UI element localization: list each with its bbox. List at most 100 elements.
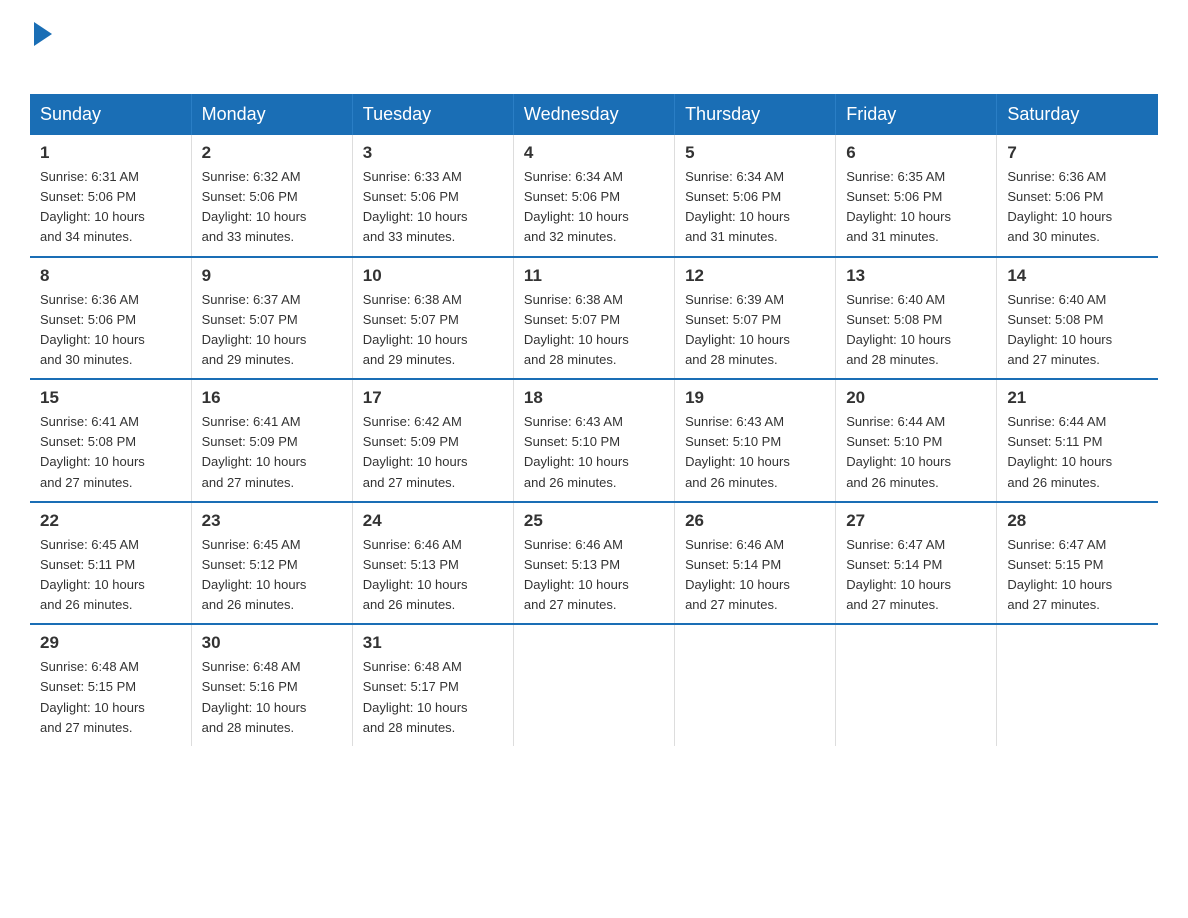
- calendar-cell: 21 Sunrise: 6:44 AM Sunset: 5:11 PM Dayl…: [997, 379, 1158, 502]
- day-info: Sunrise: 6:41 AM Sunset: 5:09 PM Dayligh…: [202, 412, 342, 493]
- day-number: 5: [685, 143, 825, 163]
- day-number: 25: [524, 511, 664, 531]
- day-info: Sunrise: 6:40 AM Sunset: 5:08 PM Dayligh…: [846, 290, 986, 371]
- calendar-cell: [513, 624, 674, 746]
- day-number: 29: [40, 633, 181, 653]
- calendar-cell: [836, 624, 997, 746]
- day-number: 18: [524, 388, 664, 408]
- calendar-cell: 12 Sunrise: 6:39 AM Sunset: 5:07 PM Dayl…: [675, 257, 836, 380]
- calendar-cell: 3 Sunrise: 6:33 AM Sunset: 5:06 PM Dayli…: [352, 135, 513, 257]
- day-info: Sunrise: 6:44 AM Sunset: 5:10 PM Dayligh…: [846, 412, 986, 493]
- day-info: Sunrise: 6:44 AM Sunset: 5:11 PM Dayligh…: [1007, 412, 1148, 493]
- day-info: Sunrise: 6:46 AM Sunset: 5:14 PM Dayligh…: [685, 535, 825, 616]
- calendar-cell: 15 Sunrise: 6:41 AM Sunset: 5:08 PM Dayl…: [30, 379, 191, 502]
- calendar-week-1: 1 Sunrise: 6:31 AM Sunset: 5:06 PM Dayli…: [30, 135, 1158, 257]
- day-info: Sunrise: 6:45 AM Sunset: 5:11 PM Dayligh…: [40, 535, 181, 616]
- weekday-header-friday: Friday: [836, 94, 997, 135]
- day-number: 7: [1007, 143, 1148, 163]
- calendar-cell: 29 Sunrise: 6:48 AM Sunset: 5:15 PM Dayl…: [30, 624, 191, 746]
- calendar-cell: 19 Sunrise: 6:43 AM Sunset: 5:10 PM Dayl…: [675, 379, 836, 502]
- day-number: 27: [846, 511, 986, 531]
- day-number: 31: [363, 633, 503, 653]
- day-info: Sunrise: 6:37 AM Sunset: 5:07 PM Dayligh…: [202, 290, 342, 371]
- day-number: 21: [1007, 388, 1148, 408]
- day-number: 15: [40, 388, 181, 408]
- day-info: Sunrise: 6:39 AM Sunset: 5:07 PM Dayligh…: [685, 290, 825, 371]
- logo: General: [30, 20, 138, 74]
- day-number: 23: [202, 511, 342, 531]
- day-info: Sunrise: 6:42 AM Sunset: 5:09 PM Dayligh…: [363, 412, 503, 493]
- day-number: 2: [202, 143, 342, 163]
- calendar-cell: 28 Sunrise: 6:47 AM Sunset: 5:15 PM Dayl…: [997, 502, 1158, 625]
- day-info: Sunrise: 6:40 AM Sunset: 5:08 PM Dayligh…: [1007, 290, 1148, 371]
- calendar-cell: [997, 624, 1158, 746]
- calendar-cell: 1 Sunrise: 6:31 AM Sunset: 5:06 PM Dayli…: [30, 135, 191, 257]
- calendar-cell: 17 Sunrise: 6:42 AM Sunset: 5:09 PM Dayl…: [352, 379, 513, 502]
- calendar-cell: 4 Sunrise: 6:34 AM Sunset: 5:06 PM Dayli…: [513, 135, 674, 257]
- calendar-cell: 23 Sunrise: 6:45 AM Sunset: 5:12 PM Dayl…: [191, 502, 352, 625]
- day-number: 8: [40, 266, 181, 286]
- day-number: 4: [524, 143, 664, 163]
- day-number: 12: [685, 266, 825, 286]
- calendar-week-4: 22 Sunrise: 6:45 AM Sunset: 5:11 PM Dayl…: [30, 502, 1158, 625]
- calendar-cell: 2 Sunrise: 6:32 AM Sunset: 5:06 PM Dayli…: [191, 135, 352, 257]
- day-number: 26: [685, 511, 825, 531]
- page-header: General: [30, 20, 1158, 74]
- day-number: 9: [202, 266, 342, 286]
- calendar-cell: 13 Sunrise: 6:40 AM Sunset: 5:08 PM Dayl…: [836, 257, 997, 380]
- day-number: 30: [202, 633, 342, 653]
- calendar-header-row: SundayMondayTuesdayWednesdayThursdayFrid…: [30, 94, 1158, 135]
- day-info: Sunrise: 6:36 AM Sunset: 5:06 PM Dayligh…: [40, 290, 181, 371]
- day-info: Sunrise: 6:43 AM Sunset: 5:10 PM Dayligh…: [685, 412, 825, 493]
- day-number: 3: [363, 143, 503, 163]
- weekday-header-monday: Monday: [191, 94, 352, 135]
- day-info: Sunrise: 6:47 AM Sunset: 5:15 PM Dayligh…: [1007, 535, 1148, 616]
- calendar-cell: 14 Sunrise: 6:40 AM Sunset: 5:08 PM Dayl…: [997, 257, 1158, 380]
- day-info: Sunrise: 6:35 AM Sunset: 5:06 PM Dayligh…: [846, 167, 986, 248]
- calendar-cell: 25 Sunrise: 6:46 AM Sunset: 5:13 PM Dayl…: [513, 502, 674, 625]
- day-number: 10: [363, 266, 503, 286]
- day-info: Sunrise: 6:36 AM Sunset: 5:06 PM Dayligh…: [1007, 167, 1148, 248]
- calendar-cell: 9 Sunrise: 6:37 AM Sunset: 5:07 PM Dayli…: [191, 257, 352, 380]
- weekday-header-sunday: Sunday: [30, 94, 191, 135]
- calendar-cell: 20 Sunrise: 6:44 AM Sunset: 5:10 PM Dayl…: [836, 379, 997, 502]
- day-info: Sunrise: 6:47 AM Sunset: 5:14 PM Dayligh…: [846, 535, 986, 616]
- calendar-cell: 30 Sunrise: 6:48 AM Sunset: 5:16 PM Dayl…: [191, 624, 352, 746]
- weekday-header-thursday: Thursday: [675, 94, 836, 135]
- day-number: 13: [846, 266, 986, 286]
- weekday-header-wednesday: Wednesday: [513, 94, 674, 135]
- calendar-cell: 10 Sunrise: 6:38 AM Sunset: 5:07 PM Dayl…: [352, 257, 513, 380]
- calendar-cell: 18 Sunrise: 6:43 AM Sunset: 5:10 PM Dayl…: [513, 379, 674, 502]
- day-info: Sunrise: 6:48 AM Sunset: 5:17 PM Dayligh…: [363, 657, 503, 738]
- day-number: 22: [40, 511, 181, 531]
- day-number: 14: [1007, 266, 1148, 286]
- calendar-cell: 22 Sunrise: 6:45 AM Sunset: 5:11 PM Dayl…: [30, 502, 191, 625]
- day-info: Sunrise: 6:32 AM Sunset: 5:06 PM Dayligh…: [202, 167, 342, 248]
- day-number: 28: [1007, 511, 1148, 531]
- calendar-cell: 8 Sunrise: 6:36 AM Sunset: 5:06 PM Dayli…: [30, 257, 191, 380]
- calendar-cell: 6 Sunrise: 6:35 AM Sunset: 5:06 PM Dayli…: [836, 135, 997, 257]
- day-info: Sunrise: 6:46 AM Sunset: 5:13 PM Dayligh…: [363, 535, 503, 616]
- calendar-cell: 31 Sunrise: 6:48 AM Sunset: 5:17 PM Dayl…: [352, 624, 513, 746]
- weekday-header-tuesday: Tuesday: [352, 94, 513, 135]
- day-number: 24: [363, 511, 503, 531]
- day-info: Sunrise: 6:33 AM Sunset: 5:06 PM Dayligh…: [363, 167, 503, 248]
- day-info: Sunrise: 6:34 AM Sunset: 5:06 PM Dayligh…: [524, 167, 664, 248]
- calendar-week-3: 15 Sunrise: 6:41 AM Sunset: 5:08 PM Dayl…: [30, 379, 1158, 502]
- day-number: 19: [685, 388, 825, 408]
- day-number: 6: [846, 143, 986, 163]
- calendar-cell: 11 Sunrise: 6:38 AM Sunset: 5:07 PM Dayl…: [513, 257, 674, 380]
- day-number: 17: [363, 388, 503, 408]
- day-info: Sunrise: 6:46 AM Sunset: 5:13 PM Dayligh…: [524, 535, 664, 616]
- day-info: Sunrise: 6:31 AM Sunset: 5:06 PM Dayligh…: [40, 167, 181, 248]
- day-number: 11: [524, 266, 664, 286]
- day-number: 16: [202, 388, 342, 408]
- calendar-cell: 26 Sunrise: 6:46 AM Sunset: 5:14 PM Dayl…: [675, 502, 836, 625]
- day-info: Sunrise: 6:48 AM Sunset: 5:16 PM Dayligh…: [202, 657, 342, 738]
- calendar-week-2: 8 Sunrise: 6:36 AM Sunset: 5:06 PM Dayli…: [30, 257, 1158, 380]
- calendar-cell: 5 Sunrise: 6:34 AM Sunset: 5:06 PM Dayli…: [675, 135, 836, 257]
- day-info: Sunrise: 6:45 AM Sunset: 5:12 PM Dayligh…: [202, 535, 342, 616]
- calendar-week-5: 29 Sunrise: 6:48 AM Sunset: 5:15 PM Dayl…: [30, 624, 1158, 746]
- day-number: 20: [846, 388, 986, 408]
- day-info: Sunrise: 6:34 AM Sunset: 5:06 PM Dayligh…: [685, 167, 825, 248]
